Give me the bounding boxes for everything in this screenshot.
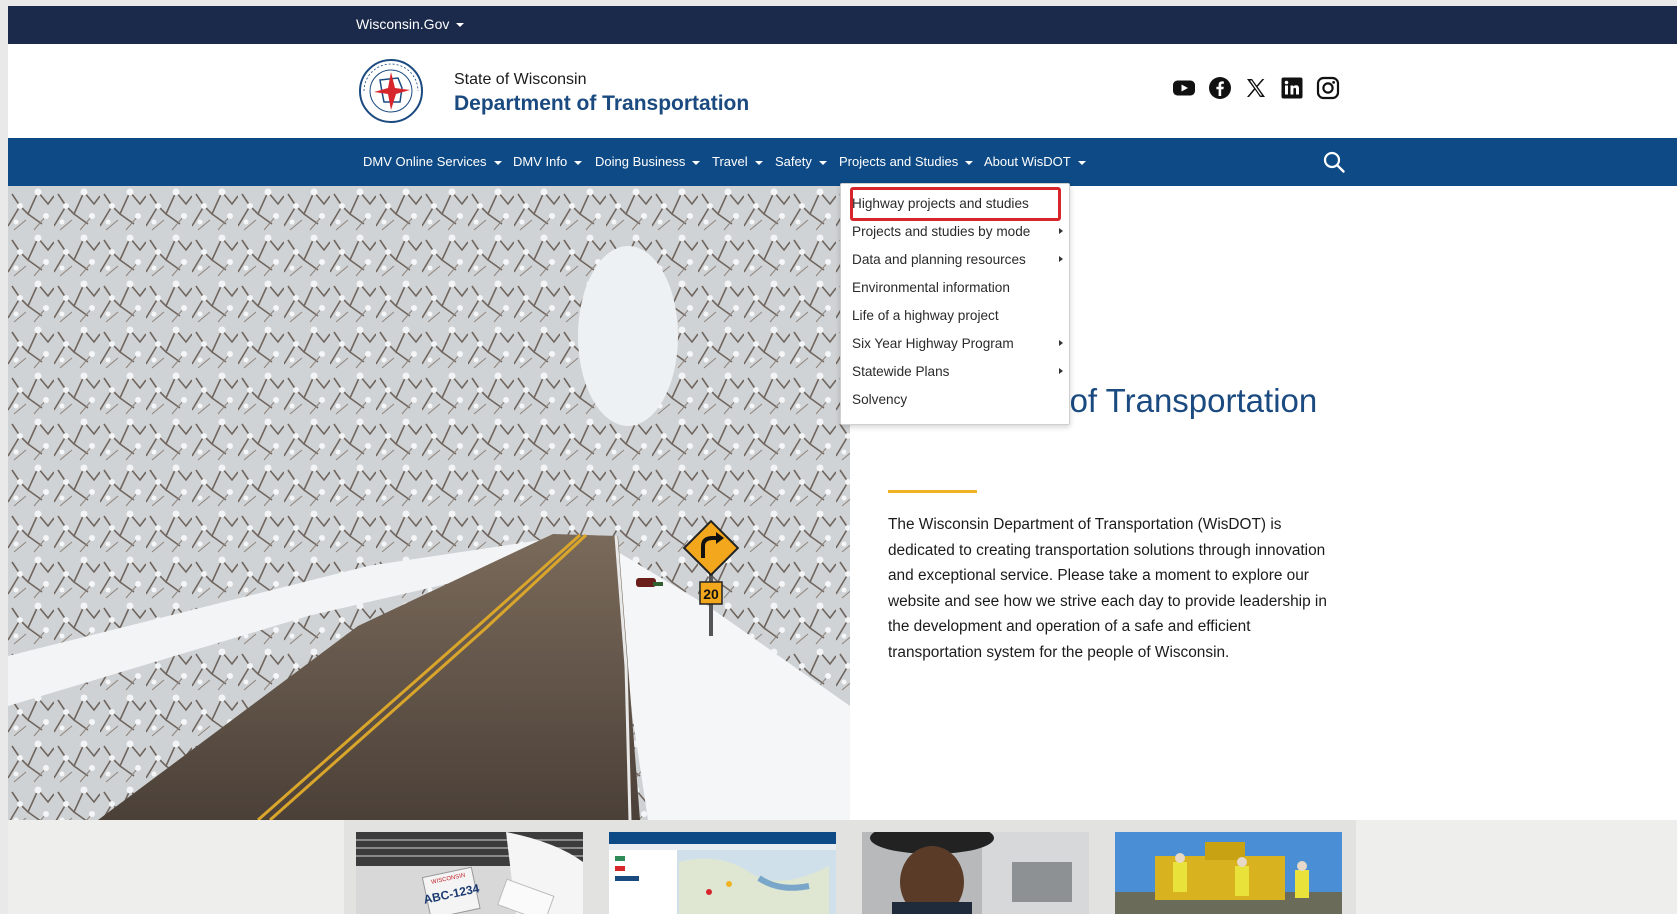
wisconsin-gov-menu[interactable]: Wisconsin.Gov (356, 16, 465, 32)
feature-card[interactable] (850, 820, 1103, 914)
dropdown-item-projects-by-mode[interactable]: Projects and studies by mode (852, 224, 1030, 239)
linkedin-icon[interactable] (1280, 76, 1304, 100)
facebook-icon[interactable] (1208, 76, 1232, 100)
nav-dmv-online-services[interactable]: DMV Online Services (363, 154, 502, 169)
license-plate-photo: WISCONSIN ABC-1234 (356, 832, 583, 914)
hero-image: 20 (8, 186, 850, 820)
dropdown-item-life-of-project[interactable]: Life of a highway project (852, 308, 999, 323)
road-crew-photo (1115, 832, 1342, 914)
submenu-arrow-icon (1059, 368, 1063, 374)
nav-label: DMV Info (513, 154, 568, 169)
nav-about-wisdot[interactable]: About WisDOT (984, 154, 1086, 169)
caret-down-icon (965, 160, 974, 165)
nav-safety[interactable]: Safety (775, 154, 827, 169)
nav-projects-and-studies[interactable]: Projects and Studies (839, 154, 974, 169)
submenu-arrow-icon (1059, 256, 1063, 262)
gold-divider (888, 490, 977, 493)
nav-label: About WisDOT (984, 154, 1071, 169)
youtube-icon[interactable] (1172, 76, 1196, 100)
caret-down-icon (754, 160, 763, 165)
dropdown-item-environmental[interactable]: Environmental information (852, 280, 1010, 295)
main-nav: DMV Online Services DMV Info Doing Busin… (8, 138, 1677, 186)
gov-bar: Wisconsin.Gov (8, 6, 1677, 44)
nav-label: Travel (712, 154, 748, 169)
projects-and-studies-dropdown: Highway projects and studies Projects an… (840, 183, 1070, 425)
caret-down-icon (1077, 160, 1086, 165)
nav-label: DMV Online Services (363, 154, 487, 169)
feature-card[interactable]: WISCONSIN ABC-1234 (344, 820, 597, 914)
dropdown-item-solvency[interactable]: Solvency (852, 392, 907, 407)
dropdown-item-data-planning[interactable]: Data and planning resources (852, 252, 1026, 267)
nav-dmv-info[interactable]: DMV Info (513, 154, 583, 169)
caret-down-icon (456, 23, 465, 28)
state-trooper-photo (862, 832, 1089, 914)
dropdown-item-highway-projects[interactable]: Highway projects and studies (852, 196, 1029, 211)
nav-doing-business[interactable]: Doing Business (595, 154, 701, 169)
instagram-icon[interactable] (1316, 76, 1340, 100)
state-name[interactable]: State of Wisconsin (454, 71, 587, 89)
feature-card[interactable] (597, 820, 850, 914)
feature-card[interactable] (1103, 820, 1356, 914)
dropdown-item-six-year-program[interactable]: Six Year Highway Program (852, 336, 1014, 351)
nav-travel[interactable]: Travel (712, 154, 763, 169)
dropdown-item-statewide-plans[interactable]: Statewide Plans (852, 364, 949, 379)
wisconsin-gov-label: Wisconsin.Gov (356, 16, 450, 32)
caret-down-icon (818, 160, 827, 165)
snowy-road-photo: 20 (8, 186, 850, 820)
page: Wisconsin.Gov State of Wisconsin Departm… (8, 6, 1677, 914)
search-icon[interactable] (1322, 150, 1346, 174)
nav-label: Doing Business (595, 154, 686, 169)
nav-label: Safety (775, 154, 812, 169)
speed-advisory-text: 20 (703, 586, 719, 602)
department-name[interactable]: Department of Transportation (454, 92, 749, 116)
site-header: State of Wisconsin Department of Transpo… (8, 44, 1677, 138)
submenu-arrow-icon (1059, 340, 1063, 346)
caret-down-icon (692, 160, 701, 165)
hero-intro-text: The Wisconsin Department of Transportati… (888, 516, 1327, 661)
caret-down-icon (574, 160, 583, 165)
nav-label: Projects and Studies (839, 154, 959, 169)
map-screenshot-thumbnail (609, 832, 836, 914)
wisdot-seal-icon[interactable] (358, 58, 424, 124)
caret-down-icon (493, 160, 502, 165)
submenu-arrow-icon (1059, 228, 1063, 234)
x-icon[interactable] (1244, 76, 1268, 100)
